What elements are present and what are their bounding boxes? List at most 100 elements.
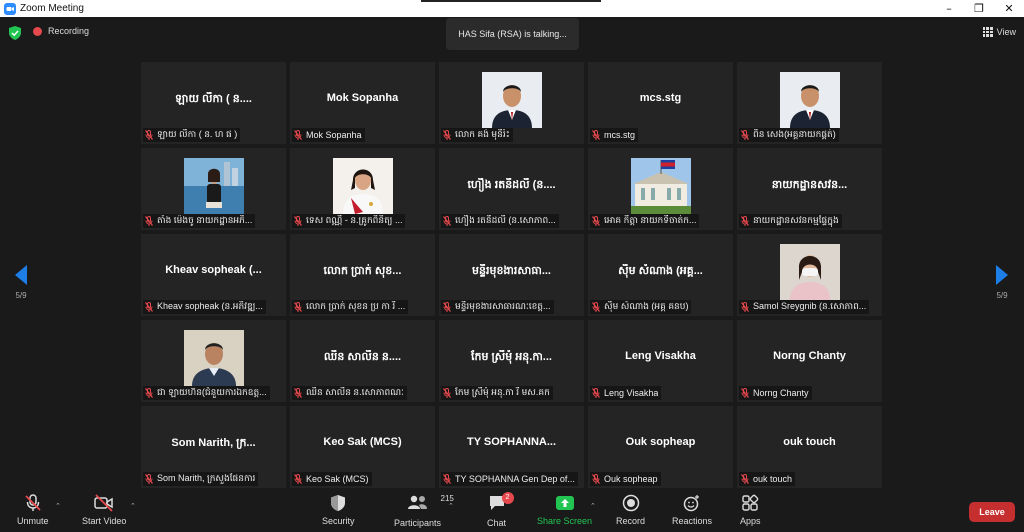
active-speaker-banner: HAS Sifa (RSA) is talking...	[446, 18, 579, 50]
participant-tile[interactable]: Keo Sak (MCS) Keo Sak (MCS)	[290, 406, 435, 488]
mic-muted-icon	[741, 474, 753, 484]
participant-display-name: Som Narith, ក្រ...	[171, 437, 256, 449]
participant-tile[interactable]: អោគ កីត្តា នាយកទីចាត់ក...	[588, 148, 733, 230]
share-screen-button[interactable]: Share Screen	[537, 494, 592, 526]
chat-label: Chat	[487, 518, 507, 528]
view-button[interactable]: View	[982, 27, 1016, 37]
participant-nameplate: តាំង ម៉េងចូ នាយកដ្ឋានអភិ...	[143, 214, 256, 228]
participant-name-label: Som Narith, ក្រសួងផែនការ	[157, 472, 256, 483]
participant-tile[interactable]: នាយកដ្ឋានសវន... នាយកដ្ឋានសវនកម្មផ្ទៃក្នុង	[737, 148, 882, 230]
participant-tile[interactable]: ស៊ឹម សំណាង (អគ្គ... ស៊ឹម សំណាង (អគ្គ គនប)	[588, 234, 733, 316]
participant-tile[interactable]: Leng Visakha Leng Visakha	[588, 320, 733, 402]
participant-nameplate: មន្ទីរមុខងារសាធារណៈខេត្ត...	[441, 300, 554, 314]
participant-tile[interactable]: Norng Chanty Norng Chanty	[737, 320, 882, 402]
participant-nameplate: Som Narith, ក្រសួងផែនការ	[143, 472, 259, 486]
audio-options-caret-icon[interactable]: ⌃	[55, 502, 61, 510]
recording-indicator[interactable]: Recording	[33, 26, 89, 36]
mic-muted-icon	[443, 388, 455, 398]
participant-name-label: Mok Sopanha	[306, 130, 362, 140]
participant-name-label: ស៊ឹម សំណាង (អគ្គ គនប)	[604, 300, 689, 311]
participant-tile[interactable]: mcs.stg mcs.stg	[588, 62, 733, 144]
participant-video-thumbnail	[481, 72, 542, 128]
encryption-shield-icon[interactable]	[9, 26, 21, 40]
participant-tile[interactable]: Samol Sreygnib (ន.សោភាព...	[737, 234, 882, 316]
participant-name-label: TY SOPHANNA Gen Dep of...	[455, 474, 575, 484]
apps-button[interactable]: Apps	[740, 494, 761, 526]
leave-button[interactable]: Leave	[969, 502, 1015, 522]
participant-display-name: ស៊ឹម សំណាង (អគ្គ...	[618, 265, 703, 277]
maximize-button[interactable]: ❐	[964, 0, 994, 17]
participants-button[interactable]: 215 Participants	[394, 494, 454, 528]
participant-tile[interactable]: ouk touch ouk touch	[737, 406, 882, 488]
participant-tile[interactable]: លោក គង់ មុនីរ៉ះ	[439, 62, 584, 144]
participant-display-name: Leng Visakha	[625, 350, 696, 362]
participant-display-name: មន្ទីរមុខងារសាធា...	[472, 265, 551, 277]
video-options-caret-icon[interactable]: ⌃	[130, 502, 136, 510]
participants-label: Participants	[394, 518, 442, 528]
recording-label: Recording	[48, 26, 90, 36]
participant-nameplate: ស៊ឹម សំណាង (អគ្គ គនប)	[590, 300, 692, 314]
participant-tile[interactable]: លោក ប្រាក់ សុខ... លោក ប្រាក់ សុខន ប្រ កា …	[290, 234, 435, 316]
mic-muted-icon	[592, 474, 604, 484]
meeting-toolbar: Unmute ⌃ Start Video ⌃ Security 215 Part…	[0, 488, 1024, 532]
participant-display-name: Norng Chanty	[773, 350, 846, 362]
participant-tile[interactable]: Som Narith, ក្រ... Som Narith, ក្រសួងផែនក…	[141, 406, 286, 488]
participant-tile[interactable]: Mok Sopanha Mok Sopanha	[290, 62, 435, 144]
participant-nameplate: ឡាយ លីកា ( ន. ហ ផ )	[143, 128, 241, 142]
participant-tile[interactable]: ជា ឡាយហ៊ន(ជំនួយការឯកឧត្ត...	[141, 320, 286, 402]
participant-name-label: ឡាយ លីកា ( ន. ហ ផ )	[157, 128, 238, 139]
participant-tile[interactable]: ហឿង រតនីដលី (ន.... ហឿង រតនីដលី (ន.សោភាព..…	[439, 148, 584, 230]
next-page-button[interactable]: 5/9	[990, 265, 1014, 300]
participant-nameplate: TY SOPHANNA Gen Dep of...	[441, 472, 578, 486]
participant-name-label: ឈឹន សាលីន ន.សោភាពណៈ	[306, 386, 404, 397]
participants-options-caret-icon[interactable]: ⌃	[448, 502, 454, 510]
start-video-label: Start Video	[82, 516, 127, 526]
participant-tile[interactable]: Ouk sopheap Ouk sopheap	[588, 406, 733, 488]
share-options-caret-icon[interactable]: ⌃	[590, 502, 596, 510]
participant-nameplate: កែម ស្រីមុំ អនុ.កា រី មស.គក	[441, 386, 553, 400]
record-button[interactable]: Record	[616, 494, 645, 526]
participant-nameplate: Norng Chanty	[739, 386, 812, 400]
mic-muted-icon	[741, 388, 753, 398]
participant-tile[interactable]: Kheav sopheak (... Kheav sopheak (ន.អភិវឌ…	[141, 234, 286, 316]
reactions-button[interactable]: Reactions	[672, 494, 712, 526]
participant-tile[interactable]: កែម ស្រីមុំ អនុ.កា... កែម ស្រីមុំ អនុ.កា …	[439, 320, 584, 402]
mic-muted-icon	[145, 474, 157, 484]
participant-tile[interactable]: ឈឹន សាលីន ន.... ឈឹន សាលីន ន.សោភាពណៈ	[290, 320, 435, 402]
participant-display-name: Kheav sopheak (...	[165, 264, 262, 276]
view-label: View	[996, 27, 1016, 37]
participant-tile[interactable]: TY SOPHANNA... TY SOPHANNA Gen Dep of...	[439, 406, 584, 488]
mic-muted-icon	[741, 302, 753, 312]
participant-name-label: មន្ទីរមុខងារសាធារណៈខេត្ត...	[455, 300, 551, 311]
participant-name-label: ជា ឡាយហ៊ន(ជំនួយការឯកឧត្ត...	[157, 386, 267, 397]
participant-tile[interactable]: តាំង ម៉េងចូ នាយកដ្ឋានអភិ...	[141, 148, 286, 230]
participant-display-name: Keo Sak (MCS)	[323, 436, 402, 448]
participant-display-name: TY SOPHANNA...	[466, 436, 557, 448]
security-shield-icon	[331, 495, 346, 511]
participant-tile[interactable]: ទេស ពណ្ណី - ន.គ្រូកពិនិត្យ ...	[290, 148, 435, 230]
start-video-button[interactable]: Start Video	[82, 494, 126, 526]
grid-view-icon	[982, 27, 993, 37]
participant-tile[interactable]: មន្ទីរមុខងារសាធា... មន្ទីរមុខងារសាធារណៈខេ…	[439, 234, 584, 316]
mic-muted-icon	[294, 474, 306, 484]
reactions-label: Reactions	[672, 516, 713, 526]
security-button[interactable]: Security	[322, 494, 355, 526]
minimize-button[interactable]: –	[934, 0, 964, 17]
participant-display-name: លោក ប្រាក់ សុខ...	[323, 265, 402, 277]
participant-nameplate: Samol Sreygnib (ន.សោភាព...	[739, 300, 870, 314]
close-button[interactable]: ✕	[994, 0, 1024, 17]
participant-display-name: នាយកដ្ឋានសវន...	[771, 179, 848, 191]
participant-nameplate: ពិន សេង(អគ្គនាយកផ្គត់)	[739, 128, 839, 142]
unmute-button[interactable]: Unmute	[17, 494, 49, 526]
chat-button[interactable]: 2 Chat	[487, 492, 514, 528]
participant-nameplate: លោក គង់ មុនីរ៉ះ	[441, 128, 513, 142]
participant-tile[interactable]: ឡាយ លីកា ( ន.... ឡាយ លីកា ( ន. ហ ផ )	[141, 62, 286, 144]
participant-tile[interactable]: ពិន សេង(អគ្គនាយកផ្គត់)	[737, 62, 882, 144]
participant-video-thumbnail	[332, 158, 393, 214]
participant-video-thumbnail	[183, 330, 244, 386]
unmute-label: Unmute	[17, 516, 49, 526]
previous-page-button[interactable]: 5/9	[9, 265, 33, 300]
participant-display-name: mcs.stg	[639, 92, 682, 104]
mic-muted-icon	[592, 130, 604, 140]
participant-display-name: Mok Sopanha	[326, 92, 399, 104]
